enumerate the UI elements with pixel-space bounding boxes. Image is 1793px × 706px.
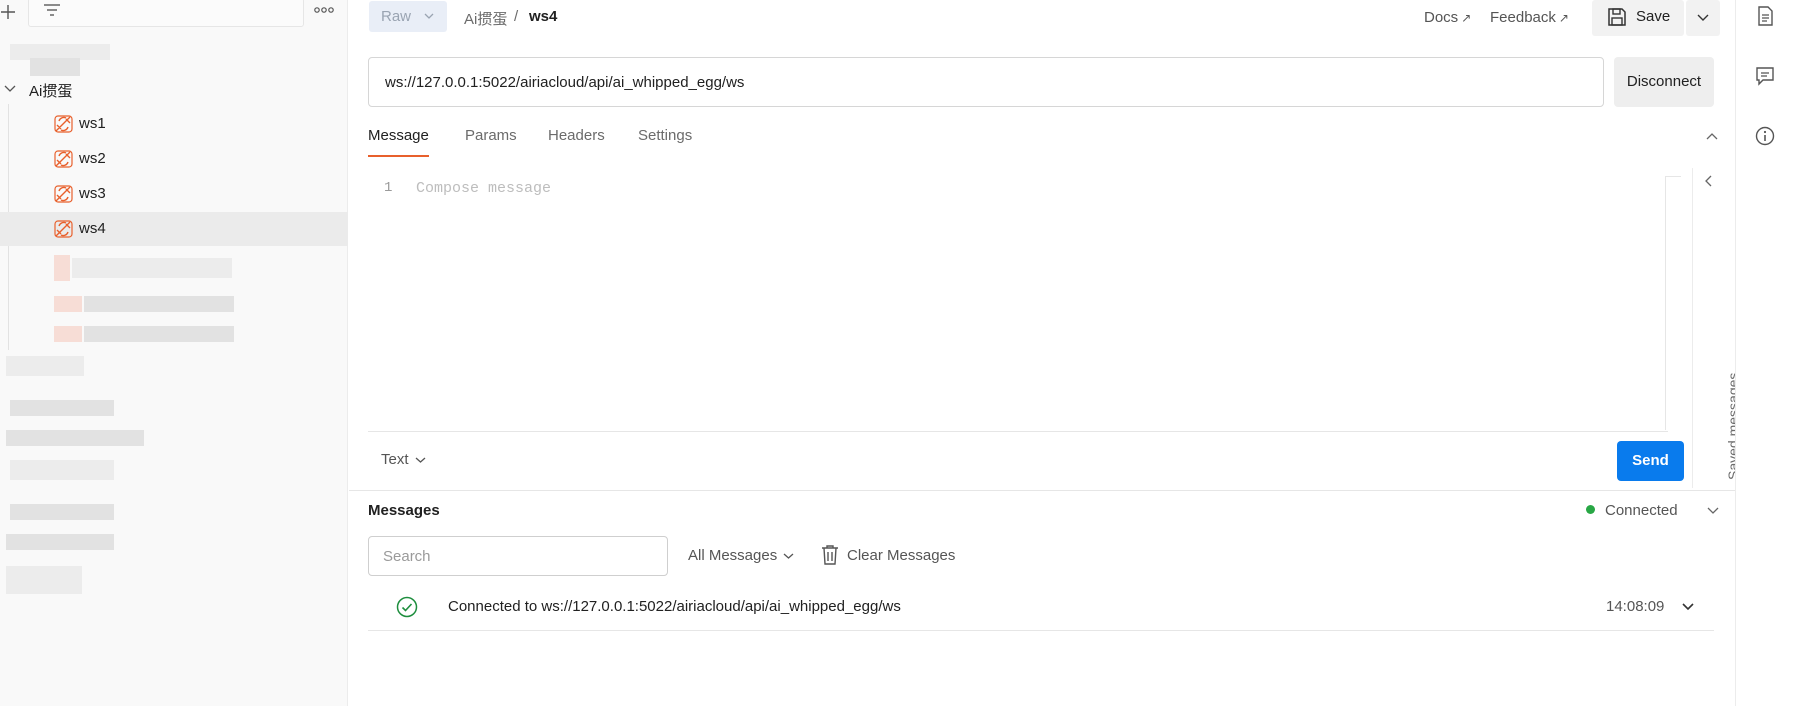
- message-time: 14:08:09: [1606, 598, 1665, 615]
- request-mode-label: Raw: [381, 8, 412, 25]
- comment-icon[interactable]: [1755, 66, 1775, 86]
- sidebar-item-label: ws1: [79, 115, 106, 132]
- breadcrumb-parent[interactable]: Ai掼蛋: [464, 8, 507, 29]
- docs-link[interactable]: Docs ↗: [1424, 9, 1471, 26]
- message-format-label: Text: [381, 451, 409, 468]
- message-filter-select[interactable]: All Messages: [688, 547, 794, 564]
- blurred-item: [10, 460, 114, 480]
- blurred-item: [54, 326, 82, 342]
- compose-placeholder: Compose message: [416, 180, 552, 197]
- document-icon[interactable]: [1755, 6, 1775, 26]
- tab-headers[interactable]: Headers: [548, 127, 605, 157]
- more-icon[interactable]: [313, 3, 335, 17]
- sidebar-folder-ai-guandan[interactable]: Ai掼蛋: [0, 78, 348, 102]
- trash-icon: [822, 545, 838, 565]
- websocket-icon: [54, 115, 73, 133]
- chevron-down-icon[interactable]: [1682, 602, 1694, 612]
- feedback-link[interactable]: Feedback ↗: [1490, 9, 1569, 26]
- blurred-item: [54, 255, 70, 281]
- blurred-item: [6, 356, 84, 376]
- message-text: Connected to ws://127.0.0.1:5022/airiacl…: [448, 598, 901, 615]
- sidebar-filter-input[interactable]: [28, 0, 304, 27]
- external-link-icon: ↗: [1558, 11, 1569, 25]
- feedback-label: Feedback: [1490, 9, 1556, 26]
- sidebar: Ai掼蛋 ws1 ws2 ws3 ws4: [0, 0, 348, 706]
- tab-message[interactable]: Message: [368, 127, 429, 157]
- filter-icon: [44, 4, 60, 16]
- blurred-item: [6, 430, 144, 446]
- chevron-down-icon: [424, 13, 434, 19]
- websocket-icon: [54, 185, 73, 203]
- blurred-item: [54, 296, 82, 312]
- sidebar-item-label: ws3: [79, 185, 106, 202]
- chevron-down-icon: [415, 457, 425, 463]
- chevron-down-icon: [1697, 14, 1709, 21]
- sidebar-item-ws3[interactable]: ws3: [0, 177, 348, 211]
- message-format-select[interactable]: Text: [381, 451, 426, 468]
- clear-messages-label: Clear Messages: [847, 547, 956, 564]
- saved-messages-panel[interactable]: Saved messages: [1692, 168, 1741, 488]
- tab-params[interactable]: Params: [465, 127, 517, 157]
- breadcrumb-separator: /: [514, 8, 519, 25]
- line-number: 1: [384, 180, 393, 196]
- websocket-icon: [54, 220, 73, 238]
- sidebar-item-ws2[interactable]: ws2: [0, 142, 348, 176]
- info-icon[interactable]: [1755, 126, 1775, 146]
- message-filter-label: All Messages: [688, 547, 778, 564]
- blurred-item: [10, 400, 114, 416]
- blurred-item: [30, 58, 80, 76]
- sidebar-item-label: ws4: [79, 220, 106, 237]
- blurred-item: [10, 504, 114, 520]
- sidebar-item-ws1[interactable]: ws1: [0, 107, 348, 141]
- right-rail: [1735, 0, 1793, 706]
- blurred-item: [6, 534, 114, 550]
- message-editor[interactable]: 1 Compose message: [368, 168, 1681, 432]
- send-button[interactable]: Send: [1617, 441, 1684, 481]
- check-circle-icon: [396, 596, 418, 618]
- editor-scrollbar[interactable]: [1665, 176, 1681, 430]
- request-mode-select[interactable]: Raw: [369, 1, 447, 32]
- message-row[interactable]: Connected to ws://127.0.0.1:5022/airiacl…: [368, 588, 1714, 631]
- folder-label: Ai掼蛋: [29, 83, 73, 100]
- chevron-down-icon: [783, 553, 794, 559]
- status-label: Connected: [1605, 502, 1678, 519]
- sidebar-item-label: ws2: [79, 150, 106, 167]
- blurred-item: [72, 258, 232, 278]
- websocket-icon: [54, 150, 73, 168]
- breadcrumb-current[interactable]: ws4: [529, 8, 557, 25]
- save-button[interactable]: Save: [1592, 0, 1684, 36]
- chevron-down-icon[interactable]: [1707, 506, 1719, 516]
- messages-title: Messages: [368, 502, 440, 519]
- blurred-item: [84, 296, 234, 312]
- chevron-up-icon[interactable]: [1705, 129, 1719, 143]
- save-options-button[interactable]: [1686, 0, 1720, 36]
- sidebar-toolbar: [0, 0, 348, 28]
- messages-search-input[interactable]: [368, 536, 668, 576]
- section-divider: [349, 490, 1735, 491]
- connection-status: Connected: [1586, 502, 1678, 519]
- disconnect-button[interactable]: Disconnect: [1614, 57, 1714, 107]
- tab-settings[interactable]: Settings: [638, 127, 692, 157]
- url-input[interactable]: [368, 57, 1604, 107]
- status-dot-icon: [1586, 505, 1595, 514]
- save-label: Save: [1636, 8, 1671, 25]
- blurred-item: [84, 326, 234, 342]
- sidebar-item-ws4[interactable]: ws4: [0, 212, 348, 246]
- external-link-icon: ↗: [1461, 11, 1472, 25]
- save-icon: [1608, 8, 1626, 26]
- add-icon[interactable]: [0, 0, 20, 24]
- blurred-item: [6, 566, 82, 594]
- chevron-down-icon: [4, 85, 16, 92]
- docs-label: Docs: [1424, 9, 1459, 26]
- chevron-left-icon[interactable]: [1703, 174, 1715, 188]
